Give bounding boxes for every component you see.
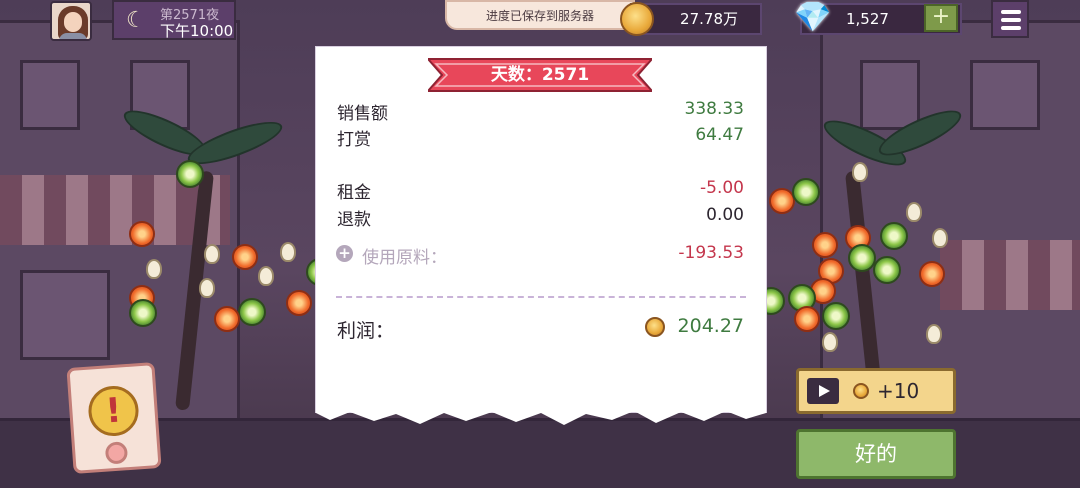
jalapeno-slice-icon xyxy=(238,298,266,326)
alert-card[interactable]: ! xyxy=(66,362,162,474)
ingredients-label[interactable]: 使用原料： xyxy=(362,243,447,268)
jalapeno-slice-icon xyxy=(822,302,850,330)
window xyxy=(20,60,80,130)
watch-ad-reward-button[interactable]: +10 xyxy=(796,368,956,414)
expand-ingredients-icon[interactable]: + xyxy=(336,245,353,262)
avatar-body xyxy=(59,33,87,39)
profit-label: 利润： xyxy=(337,320,395,342)
coin-icon xyxy=(645,317,665,337)
garlic-clove-icon xyxy=(199,278,215,298)
tomato-slice-icon xyxy=(286,290,312,316)
play-video-icon xyxy=(807,378,839,404)
tomato-slice-icon xyxy=(232,244,258,270)
tomato-slice-icon xyxy=(214,306,240,332)
avatar-face xyxy=(64,12,82,32)
ingredients-value: -193.53 xyxy=(678,243,744,263)
window xyxy=(860,60,920,130)
add-gems-button[interactable]: + xyxy=(924,4,958,32)
refund-label: 退款 xyxy=(337,210,371,230)
day-time-panel: ☾ 第2571夜 下午10:00 xyxy=(112,0,236,40)
receipt-torn-edge xyxy=(316,405,766,425)
ad-reward-amount: +10 xyxy=(877,379,920,403)
garlic-clove-icon xyxy=(258,266,274,286)
sales-label: 销售额 xyxy=(337,104,388,124)
diamond-icon: 💎 xyxy=(794,0,832,35)
tomato-slice-icon xyxy=(919,261,945,287)
exclamation-icon: ! xyxy=(86,384,141,438)
sales-value: 338.33 xyxy=(684,99,744,119)
garlic-clove-icon xyxy=(932,228,948,248)
awning-right xyxy=(940,240,1080,310)
menu-button[interactable] xyxy=(991,0,1029,38)
garlic-clove-icon xyxy=(926,324,942,344)
rent-label: 租金 xyxy=(337,183,371,203)
player-avatar[interactable] xyxy=(50,1,92,41)
refund-value: 0.00 xyxy=(706,205,744,225)
day-banner-text: 天数：2571 xyxy=(490,65,590,85)
coin-icon xyxy=(853,383,869,399)
save-toast: 进度已保存到服务器 xyxy=(445,0,635,30)
profit-value: 204.27 xyxy=(677,315,744,337)
receipt-divider xyxy=(336,296,746,298)
jalapeno-slice-icon xyxy=(176,160,204,188)
garlic-clove-icon xyxy=(852,162,868,182)
tomato-slice-icon xyxy=(129,221,155,247)
coin-icon xyxy=(620,2,654,36)
tips-value: 64.47 xyxy=(695,125,744,145)
jalapeno-slice-icon xyxy=(129,299,157,327)
hamburger-line xyxy=(1001,18,1021,22)
garlic-clove-icon xyxy=(280,242,296,262)
garlic-clove-icon xyxy=(906,202,922,222)
tomato-slice-icon xyxy=(812,232,838,258)
tips-label: 打赏 xyxy=(337,130,371,150)
moon-icon: ☾ xyxy=(126,8,146,33)
window xyxy=(970,60,1040,130)
jalapeno-slice-icon xyxy=(792,178,820,206)
jalapeno-slice-icon xyxy=(848,244,876,272)
garlic-clove-icon xyxy=(204,244,220,264)
window xyxy=(20,270,110,360)
alert-dot-icon xyxy=(104,441,129,465)
ok-button[interactable]: 好的 xyxy=(796,429,956,479)
clock-time: 下午10:00 xyxy=(160,22,234,40)
rent-value: -5.00 xyxy=(700,178,744,198)
hamburger-line xyxy=(1001,10,1021,14)
tomato-slice-icon xyxy=(794,306,820,332)
jalapeno-slice-icon xyxy=(880,222,908,250)
hamburger-line xyxy=(1001,26,1021,30)
garlic-clove-icon xyxy=(822,332,838,352)
garlic-clove-icon xyxy=(146,259,162,279)
jalapeno-slice-icon xyxy=(873,256,901,284)
